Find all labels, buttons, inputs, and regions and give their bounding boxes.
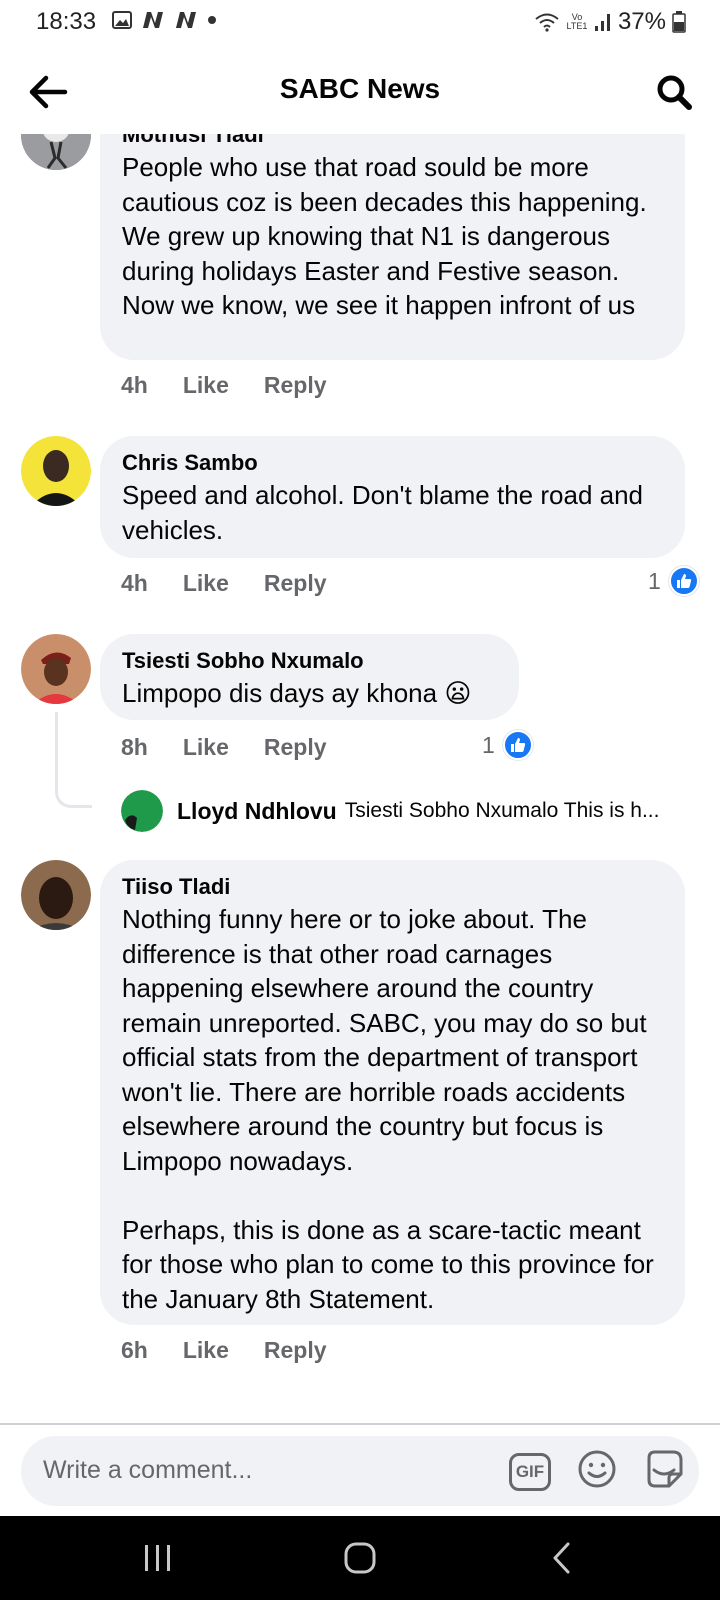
status-bar: 18:33 Vo LTE1 37%: [0, 0, 720, 46]
thumbs-up-icon: [502, 730, 533, 760]
recents-icon: [145, 1545, 170, 1571]
comment-author[interactable]: Tiiso Tladi: [122, 872, 663, 902]
gif-button[interactable]: GIF: [509, 1452, 551, 1491]
comment-text: Nothing funny here or to joke about. The…: [122, 904, 654, 1314]
comment-composer[interactable]: Write a comment... GIF: [21, 1436, 699, 1506]
comment-time: 6h: [121, 1337, 148, 1363]
home-button[interactable]: [336, 1536, 384, 1580]
comment-actions: 8h Like Reply: [121, 734, 362, 761]
comment-text: Speed and alcohol. Don't blame the road …: [122, 480, 644, 545]
avatar[interactable]: [21, 860, 91, 930]
reaction-count[interactable]: 1: [482, 730, 533, 760]
frowning-face-emoji: 😦: [444, 678, 472, 708]
reply-thread-line: [55, 712, 92, 808]
divider: [0, 1423, 720, 1425]
smiley-icon: [578, 1450, 616, 1488]
comment-bubble[interactable]: Mothusi Tladi People who use that road s…: [100, 134, 685, 360]
battery-icon: [672, 11, 686, 33]
like-button[interactable]: Like: [183, 372, 229, 399]
avatar[interactable]: [21, 134, 91, 170]
reply-snippet: Tsiesti Sobho Nxumalo This is h...: [344, 799, 660, 822]
comment-actions: 6h Like Reply: [121, 1337, 362, 1364]
comment-bubble[interactable]: Chris Sambo Speed and alcohol. Don't bla…: [100, 436, 685, 558]
comment-time: 4h: [121, 570, 148, 596]
thumbs-up-icon: [668, 566, 699, 596]
reaction-count[interactable]: 1: [648, 566, 699, 596]
reply-button[interactable]: Reply: [264, 570, 327, 597]
notification-icons: [112, 11, 217, 29]
search-icon: [657, 75, 692, 110]
avatar[interactable]: [21, 436, 91, 506]
recents-button[interactable]: [134, 1536, 182, 1580]
gif-icon: GIF: [515, 1461, 545, 1481]
reply-preview[interactable]: Lloyd Ndhlovu Tsiesti Sobho Nxumalo This…: [121, 790, 659, 832]
avatar[interactable]: [21, 634, 91, 704]
signal-icon: [594, 14, 610, 31]
avatar[interactable]: [121, 790, 163, 832]
status-right: Vo LTE1 37%: [534, 8, 686, 36]
sticker-icon: [647, 1450, 683, 1488]
app-bar: SABC News: [0, 48, 720, 134]
comment-text: Limpopo dis days ay khona 😦: [122, 678, 472, 708]
comment-bubble[interactable]: Tsiesti Sobho Nxumalo Limpopo dis days a…: [100, 634, 519, 720]
nav-back-icon: [553, 1542, 570, 1574]
battery-percent: 37%: [617, 8, 666, 35]
reaction-count-text: 1: [482, 731, 495, 758]
comment-bubble[interactable]: Tiiso Tladi Nothing funny here or to jok…: [100, 860, 685, 1325]
comment-input[interactable]: Write a comment...: [43, 1456, 252, 1485]
comment-author[interactable]: Tsiesti Sobho Nxumalo: [122, 646, 497, 676]
reaction-count-text: 1: [648, 567, 661, 594]
network-label: Vo LTE1: [566, 12, 588, 31]
comment-author[interactable]: Mothusi Tladi: [122, 134, 663, 150]
status-time: 18:33: [36, 8, 97, 35]
emoji-button[interactable]: [577, 1449, 617, 1494]
comment-actions: 4h Like Reply: [121, 570, 362, 597]
gallery-notification-icon: [112, 11, 132, 29]
comment-actions: 4h Like Reply: [121, 372, 362, 399]
comment-text: People who use that road sould be more c…: [122, 152, 647, 320]
comment-author[interactable]: Chris Sambo: [122, 448, 663, 478]
nav-back-button[interactable]: [538, 1536, 586, 1580]
news-notification-icon-2: [176, 12, 196, 28]
reply-button[interactable]: Reply: [264, 1337, 327, 1364]
home-icon: [344, 1542, 376, 1574]
search-button[interactable]: [648, 66, 700, 118]
wifi-icon: [535, 13, 559, 32]
like-button[interactable]: Like: [183, 734, 229, 761]
comment-feed[interactable]: Mothusi Tladi People who use that road s…: [0, 134, 720, 1425]
reply-button[interactable]: Reply: [264, 372, 327, 399]
comment-time: 8h: [121, 734, 148, 760]
like-button[interactable]: Like: [183, 570, 229, 597]
composer-icons: GIF: [509, 1448, 685, 1495]
comment-time: 4h: [121, 372, 148, 398]
news-notification-icon: [143, 12, 163, 28]
reply-button[interactable]: Reply: [264, 734, 327, 761]
more-notifications-dot-icon: [208, 16, 216, 24]
reply-author[interactable]: Lloyd Ndhlovu: [177, 798, 337, 825]
sticker-button[interactable]: [643, 1448, 685, 1495]
page-title: SABC News: [279, 73, 441, 104]
system-nav-bar: [0, 1516, 720, 1600]
like-button[interactable]: Like: [183, 1337, 229, 1364]
